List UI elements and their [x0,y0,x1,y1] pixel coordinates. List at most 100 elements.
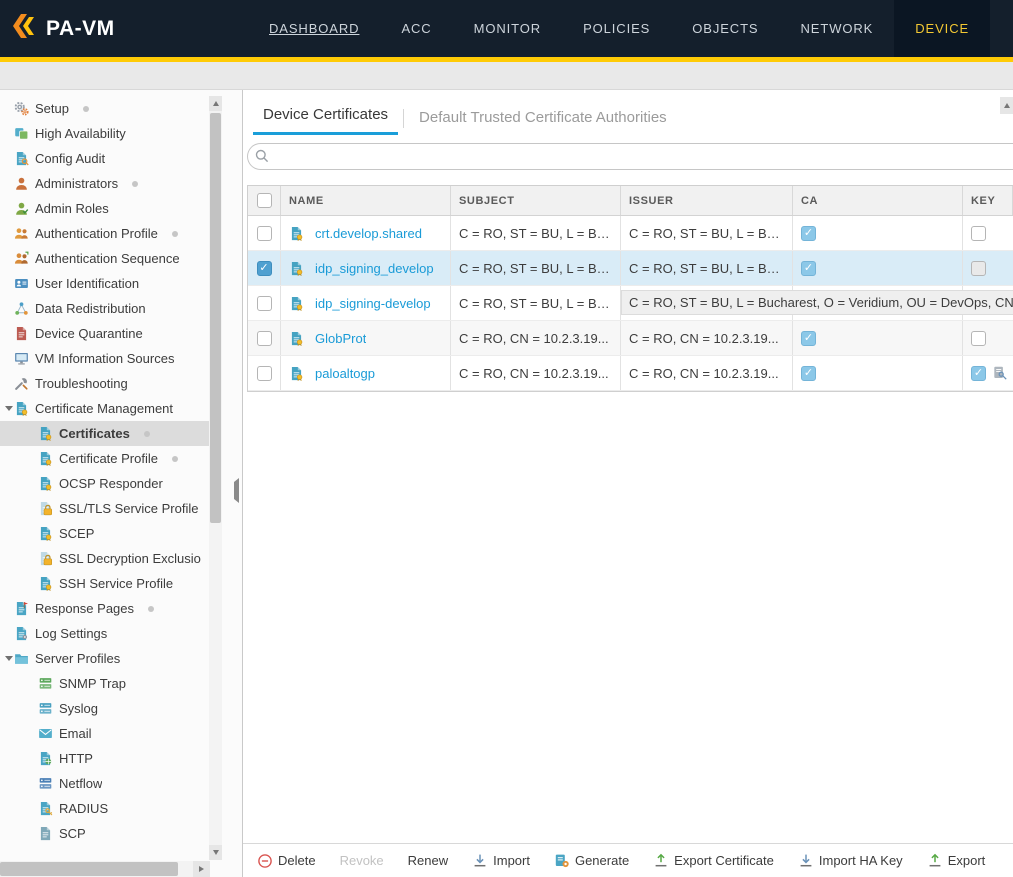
sidebar-item-email[interactable]: Email [0,721,210,746]
tab-default-trusted-certificate-authorities[interactable]: Default Trusted Certificate Authorities [409,109,677,135]
sidebar-item-netflow[interactable]: Netflow [0,771,210,796]
renew-button[interactable]: Renew [408,853,448,868]
certificate-search-input[interactable] [247,143,1013,170]
sidebar-item-vm-information-sources[interactable]: VM Information Sources [0,346,210,371]
main-scroll-up-button[interactable] [1000,97,1013,114]
row-checkbox[interactable] [257,366,272,381]
sidebar-item-ssh-service-profile[interactable]: SSH Service Profile [0,571,210,596]
sidebar-item-config-audit[interactable]: Config Audit [0,146,210,171]
issuer-cell: C = RO, ST = BU, L = Bu... [621,251,793,285]
nav-item-device[interactable]: DEVICE [894,0,990,57]
sidebar-horizontal-scrollbar[interactable] [0,861,210,877]
sidebar-item-ocsp-responder[interactable]: OCSP Responder [0,471,210,496]
certificate-name-link[interactable]: paloaltogp [315,366,375,381]
nav-item-dashboard[interactable]: DASHBOARD [248,0,380,57]
flag-doc-icon [14,601,29,616]
sidebar-item-authentication-profile[interactable]: Authentication Profile [0,221,210,246]
wrench-icon [14,376,29,391]
sidebar-item-certificates[interactable]: Certificates [0,421,210,446]
export-certificate-button[interactable]: Export Certificate [653,853,774,869]
ca-checkbox[interactable]: ✓ [801,261,816,276]
sidebar-vertical-scrollbar[interactable] [209,96,222,860]
sidebar-item-user-identification[interactable]: User Identification [0,271,210,296]
ca-checkbox[interactable]: ✓ [801,226,816,241]
sidebar-item-http[interactable]: HTTP [0,746,210,771]
nav-item-network[interactable]: NETWORK [780,0,895,57]
column-header-key[interactable]: KEY [963,186,1013,215]
sidebar-item-label: Syslog [59,701,98,716]
tab-device-certificates[interactable]: Device Certificates [253,106,398,135]
vertical-scrollbar-thumb[interactable] [210,113,221,523]
sidebar-item-label: Authentication Profile [35,226,158,241]
row-checkbox[interactable] [257,226,272,241]
table-row[interactable]: paloaltogpC = RO, CN = 10.2.3.19...C = R… [248,356,1013,391]
horizontal-scrollbar-thumb[interactable] [0,862,178,876]
sidebar-item-scp[interactable]: SCP [0,821,210,846]
delete-button[interactable]: Delete [257,853,316,869]
key-checkbox[interactable] [971,331,986,346]
table-row[interactable]: idp_signing-develop C = RO, ST = BU, L = … [248,286,1013,321]
column-header-issuer[interactable]: ISSUER [621,186,793,215]
name-cell: idp_signing-develop [281,286,451,320]
table-row[interactable]: GlobProtC = RO, CN = 10.2.3.19...C = RO,… [248,321,1013,356]
key-checkbox[interactable] [971,261,986,276]
nav-item-policies[interactable]: POLICIES [562,0,671,57]
sidebar-item-setup[interactable]: Setup [0,96,210,121]
key-checkbox[interactable] [971,226,986,241]
sidebar-item-scep[interactable]: SCEP [0,521,210,546]
subject-cell: C = RO, ST = BU, L = Bu... [451,286,621,320]
scroll-right-button[interactable] [193,861,210,877]
sidebar-item-administrators[interactable]: Administrators [0,171,210,196]
certificate-name-link[interactable]: GlobProt [315,331,366,346]
sidebar-item-label: SSL/TLS Service Profile [59,501,198,516]
sidebar-item-snmp-trap[interactable]: SNMP Trap [0,671,210,696]
revoke-button[interactable]: Revoke [340,853,384,868]
sidebar-item-troubleshooting[interactable]: Troubleshooting [0,371,210,396]
sidebar-item-log-settings[interactable]: Log Settings [0,621,210,646]
sidebar-item-label: Administrators [35,176,118,191]
certificate-name-link[interactable]: idp_signing_develop [315,261,434,276]
table-row[interactable]: crt.develop.sharedC = RO, ST = BU, L = B… [248,216,1013,251]
ca-checkbox[interactable]: ✓ [801,331,816,346]
certificate-name-link[interactable]: idp_signing-develop [315,296,431,311]
row-checkbox[interactable]: ✓ [257,261,272,276]
sidebar-item-label: VM Information Sources [35,351,174,366]
expand-caret-icon [3,406,14,411]
sidebar-item-authentication-sequence[interactable]: Authentication Sequence [0,246,210,271]
nav-item-objects[interactable]: OBJECTS [671,0,779,57]
row-checkbox[interactable] [257,331,272,346]
sidebar-item-certificate-management[interactable]: Certificate Management [0,396,210,421]
certificate-name-link[interactable]: crt.develop.shared [315,226,422,241]
import-button[interactable]: Import [472,853,530,869]
scroll-up-button[interactable] [209,96,222,111]
sidebar-item-ssl-decryption-exclusio[interactable]: SSL Decryption Exclusio [0,546,210,571]
sidebar-item-data-redistribution[interactable]: Data Redistribution [0,296,210,321]
sidebar-item-label: Log Settings [35,626,107,641]
scroll-down-button[interactable] [209,845,222,860]
sidebar-item-high-availability[interactable]: High Availability [0,121,210,146]
key-checkbox[interactable]: ✓ [971,366,986,381]
sidebar-item-certificate-profile[interactable]: Certificate Profile [0,446,210,471]
nav-item-monitor[interactable]: MONITOR [453,0,562,57]
column-header-subject[interactable]: SUBJECT [451,186,621,215]
sidebar-item-admin-roles[interactable]: Admin Roles [0,196,210,221]
sidebar-collapse-handle[interactable] [234,482,239,500]
sidebar-item-ssl-tls-service-profile[interactable]: SSL/TLS Service Profile [0,496,210,521]
table-row[interactable]: ✓ idp_signing_develop C = RO, ST = BU, L =… [248,251,1013,286]
sidebar-item-syslog[interactable]: Syslog [0,696,210,721]
generate-button[interactable]: Generate [554,853,629,869]
ca-checkbox[interactable]: ✓ [801,366,816,381]
nav-item-acc[interactable]: ACC [380,0,452,57]
import-ha-key-button[interactable]: Import HA Key [798,853,903,869]
row-checkbox[interactable] [257,296,272,311]
export-button[interactable]: Export [927,853,986,869]
select-all-checkbox[interactable] [257,193,272,208]
quarantine-doc-icon [14,326,29,341]
sidebar-splitter[interactable] [223,90,242,877]
sidebar-item-server-profiles[interactable]: Server Profiles [0,646,210,671]
column-header-ca[interactable]: CA [793,186,963,215]
column-header-name[interactable]: NAME [281,186,451,215]
sidebar-item-device-quarantine[interactable]: Device Quarantine [0,321,210,346]
sidebar-item-radius[interactable]: RADIUS [0,796,210,821]
sidebar-item-response-pages[interactable]: Response Pages [0,596,210,621]
